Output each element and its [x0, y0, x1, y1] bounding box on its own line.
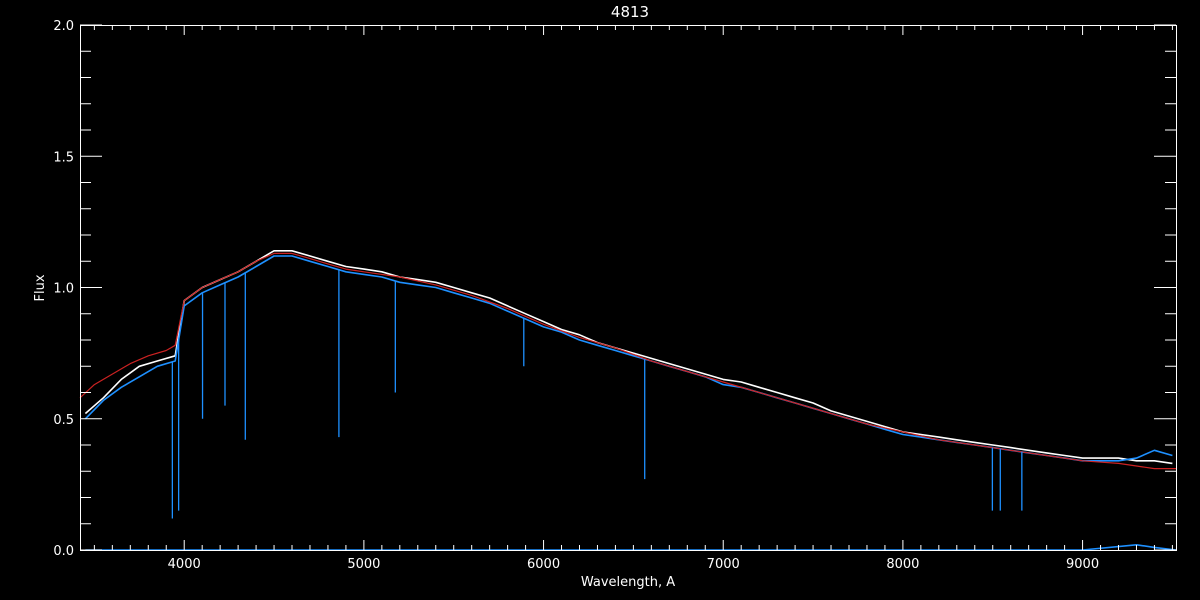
- x-tick-label: 9000: [1066, 557, 1099, 572]
- spectrum-chart: 4813 4000 5000 6000 7000 8000 9000 0.0 0.5 1.0 1…: [0, 0, 1200, 600]
- x-axis-label: Wavelength, A: [581, 575, 675, 590]
- x-tick-label: 5000: [347, 557, 380, 572]
- x-tick-label: 8000: [886, 557, 919, 572]
- y-tick-label: 0.5: [53, 413, 74, 428]
- y-tick-label: 1.0: [53, 282, 74, 297]
- y-tick-label: 0.0: [53, 544, 74, 559]
- chart-background: [0, 0, 1200, 600]
- y-tick-label: 2.0: [53, 19, 74, 34]
- y-tick-label: 1.5: [53, 150, 74, 165]
- y-axis-label: Flux: [33, 274, 48, 301]
- x-tick-label: 4000: [168, 557, 201, 572]
- x-tick-label: 6000: [527, 557, 560, 572]
- chart-title: 4813: [611, 3, 649, 21]
- x-tick-label: 7000: [707, 557, 740, 572]
